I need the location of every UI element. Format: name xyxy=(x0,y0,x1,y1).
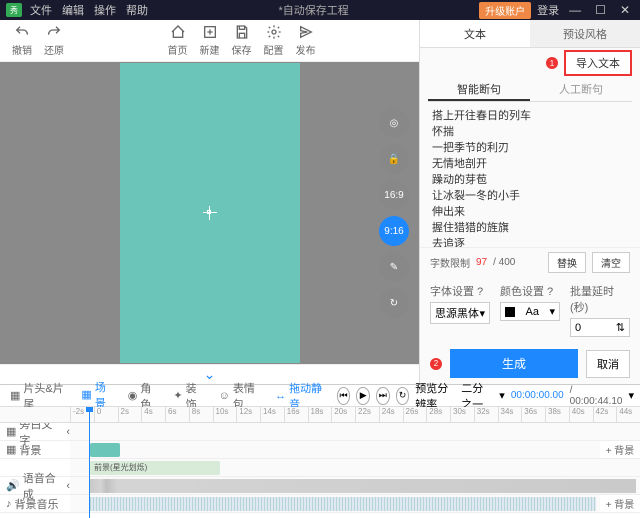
char-count: 97 xyxy=(476,257,487,268)
tab-auto-segment[interactable]: 智能断句 xyxy=(428,78,530,101)
track-bg-2[interactable]: 前景(星光划烁) xyxy=(70,459,640,476)
bgm-waveform[interactable] xyxy=(90,497,596,511)
playhead[interactable] xyxy=(89,407,90,518)
font-setting-label: 字体设置 ? xyxy=(430,283,490,299)
menu-edit[interactable]: 编辑 xyxy=(62,2,84,18)
refresh-tool-icon[interactable]: ↻ xyxy=(379,288,409,318)
track-voice[interactable] xyxy=(70,477,640,494)
timeline-ruler[interactable]: -2s02s4s6s8s10s12s14s16s18s20s22s24s26s2… xyxy=(0,407,640,423)
ratio-169-button[interactable]: 16:9 xyxy=(379,180,409,210)
bg-clip-label[interactable]: 前景(星光划烁) xyxy=(90,461,220,475)
tab-text[interactable]: 文本 xyxy=(420,20,530,47)
minimize-icon[interactable]: — xyxy=(565,3,585,17)
login-button[interactable]: 登录 xyxy=(537,2,559,18)
bg-clip[interactable] xyxy=(90,443,120,457)
upgrade-button[interactable]: 升级账户 xyxy=(479,2,531,19)
close-icon[interactable]: ✕ xyxy=(616,3,634,17)
font-select[interactable]: 思源黑体▾ xyxy=(430,302,490,324)
generate-button[interactable]: 生成 xyxy=(450,349,578,378)
play-button[interactable]: ▶ xyxy=(356,387,370,405)
loop-button[interactable]: ↻ xyxy=(396,387,410,405)
track-bgm-label: 背景音乐 xyxy=(15,496,59,512)
redo-button[interactable]: 还原 xyxy=(44,24,64,57)
track-bg[interactable] xyxy=(70,441,600,458)
tab-manual-segment[interactable]: 人工断句 xyxy=(530,78,632,101)
next-frame-button[interactable]: ⏭ xyxy=(376,387,390,405)
new-button[interactable]: 新建 xyxy=(200,24,220,57)
track-bg-label: 背景 xyxy=(19,442,41,458)
cancel-button[interactable]: 取消 xyxy=(586,350,630,378)
publish-button[interactable]: 发布 xyxy=(296,24,316,57)
current-time: 00:00:00.00 xyxy=(511,390,564,401)
import-text-button[interactable]: 导入文本 xyxy=(564,50,632,76)
undo-button[interactable]: 撤销 xyxy=(12,24,32,57)
clear-button[interactable]: 清空 xyxy=(592,252,630,273)
delay-input[interactable]: 0⇅ xyxy=(570,318,630,337)
tab-preset-style[interactable]: 预设风格 xyxy=(530,20,640,47)
total-duration: / 00:00:44.10 xyxy=(570,385,623,407)
lock-tool-icon[interactable]: 🔒 xyxy=(379,144,409,174)
step-badge-2: 2 xyxy=(430,358,442,370)
maximize-icon[interactable]: ☐ xyxy=(591,3,610,17)
voice-waveform[interactable] xyxy=(90,479,636,493)
preview-canvas[interactable] xyxy=(120,63,300,363)
add-bg-button[interactable]: + 背景 xyxy=(600,442,640,457)
color-select[interactable]: Aa▾ xyxy=(500,302,560,321)
prev-frame-button[interactable]: ⏮ xyxy=(337,387,351,405)
menu-help[interactable]: 帮助 xyxy=(126,2,148,18)
ratio-916-button[interactable]: 9:16 xyxy=(379,216,409,246)
track-text[interactable] xyxy=(70,423,640,440)
edit-tool-icon[interactable]: ✎ xyxy=(379,252,409,282)
lyrics-editor[interactable]: 搭上开往春日的列车怀揣 一把季节的利刃无情地剖开 躁动的芽苞让冰裂一冬的小手 伸… xyxy=(420,102,640,247)
target-tool-icon[interactable]: ◎ xyxy=(379,108,409,138)
color-setting-label: 颜色设置 ? xyxy=(500,283,560,299)
crosshair-icon xyxy=(203,206,217,220)
window-title: *自动保存工程 xyxy=(148,2,479,18)
replace-button[interactable]: 替换 xyxy=(548,252,586,273)
delay-setting-label: 批量延时(秒) xyxy=(570,283,630,315)
step-badge-1: 1 xyxy=(546,57,558,69)
app-logo-icon: 秀 xyxy=(6,3,22,17)
track-bgm[interactable] xyxy=(70,495,600,512)
menu-file[interactable]: 文件 xyxy=(30,2,52,18)
chevron-down-icon: ▾ xyxy=(549,305,555,318)
char-max: / 400 xyxy=(493,257,515,268)
config-button[interactable]: 配置 xyxy=(264,24,284,57)
char-limit-label: 字数限制 xyxy=(430,255,470,270)
home-button[interactable]: 首页 xyxy=(168,24,188,57)
save-button[interactable]: 保存 xyxy=(232,24,252,57)
chevron-down-icon: ▾ xyxy=(479,307,485,320)
add-bgm-button[interactable]: + 背景 xyxy=(600,496,640,511)
menu-action[interactable]: 操作 xyxy=(94,2,116,18)
